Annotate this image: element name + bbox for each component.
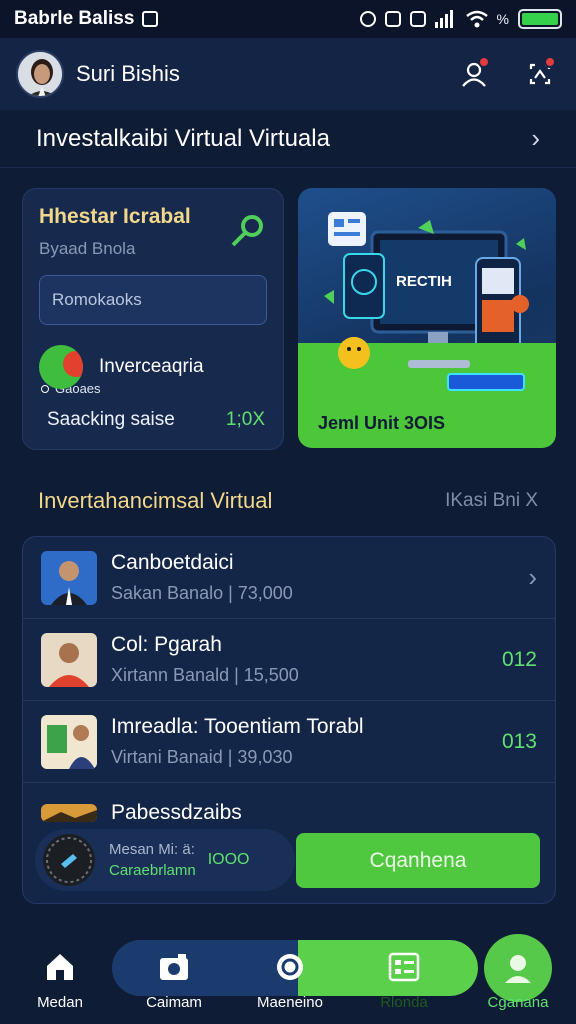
summary-line2: Caraebrlamn <box>109 862 196 879</box>
section-title: Investalkaibi Virtual Virtuala <box>36 124 330 152</box>
section-header-top[interactable]: Investalkaibi Virtual Virtuala › <box>0 110 576 168</box>
summary-pill[interactable]: Mesan Mi: ä: Caraebrlamn IOOO <box>35 829 295 891</box>
investment-card[interactable]: Hhestar Icrabal Byaad Bnola Romokaoks In… <box>22 188 284 450</box>
key-icon[interactable] <box>227 211 267 251</box>
wifi-icon <box>465 10 488 28</box>
portrait-suit-thumb <box>41 550 97 605</box>
sim-icon <box>409 11 426 27</box>
list-item-title: Imreadla: Tooentiam Torabl <box>111 715 364 738</box>
percent-icon: % <box>496 11 509 27</box>
card-bottom: Saacking saise 1;0X <box>47 409 265 431</box>
alarm-icon <box>359 11 376 27</box>
nav-camera[interactable]: Caimam <box>114 950 234 1011</box>
list-section-title: Invertahancimsal Virtual <box>38 488 273 513</box>
notification-dot <box>478 56 490 68</box>
list-item-text: Imreadla: Tooentiam Torabl Virtani Banai… <box>111 715 364 768</box>
portrait-red-thumb <box>41 632 97 687</box>
list-item-subtitle: Sakan Banalo | 73,000 <box>111 583 293 603</box>
list-icon <box>388 952 420 982</box>
summary-value: IOOO <box>207 851 250 868</box>
list-item-subtitle: Virtani Banaid | 39,030 <box>111 747 293 767</box>
profile-icon <box>505 955 531 983</box>
crest-icon <box>43 834 95 886</box>
list-item[interactable]: Canboetdaici Sakan Banalo | 73,000 › <box>23 537 555 619</box>
profile-button[interactable] <box>454 54 494 94</box>
list-item-title: Canboetdaici <box>111 551 234 574</box>
avatar-image <box>18 52 62 96</box>
nav-label: Maeneino <box>257 994 323 1011</box>
nav-list[interactable]: Rlonda <box>344 950 464 1011</box>
list-item-text: Col: Pgarah Xirtann Banald | 15,500 <box>111 633 299 686</box>
landscape-thumb <box>41 804 97 822</box>
carrier-label: Babrle Baliss <box>14 8 135 29</box>
username: Suri Bishis <box>76 61 180 86</box>
nav-label: Cganana <box>487 994 549 1011</box>
list-section-action[interactable]: IKasi Bni X <box>445 490 538 512</box>
promo-card[interactable]: RECTIH Jeml Unit 3OIS <box>298 188 556 448</box>
section-header-list: Invertahancimsal Virtual IKasi Bni X <box>0 470 576 532</box>
radio-icon <box>41 385 49 393</box>
primary-cta-button[interactable]: Cqanhena <box>296 833 540 888</box>
promo-foreground <box>338 337 525 391</box>
network-button[interactable] <box>520 54 560 94</box>
card-item-label: Inverceaqria <box>99 356 204 377</box>
list-item[interactable]: Col: Pgarah Xirtann Banald | 15,500 012 <box>23 619 555 701</box>
promo-caption: Jeml Unit 3OIS <box>318 413 446 433</box>
signal-icon <box>434 10 453 28</box>
nav-home[interactable]: Medan <box>0 950 120 1011</box>
list-item-text: Canboetdaici Sakan Banalo | 73,000 <box>111 551 293 604</box>
notification-dot <box>544 56 556 68</box>
home-icon <box>47 954 73 980</box>
summary-line1: Mesan Mi: ä: <box>109 841 195 858</box>
app-header: Suri Bishis <box>0 38 576 110</box>
summary-text: Mesan Mi: ä: Caraebrlamn <box>109 841 196 879</box>
status-right: % <box>359 9 562 29</box>
card-input[interactable]: Romokaoks <box>39 275 267 325</box>
status-left: Babrle Baliss <box>14 8 159 30</box>
nav-label: Caimam <box>146 994 202 1011</box>
card-bottom-value: 1;0X <box>225 409 265 430</box>
fruit-icon <box>39 345 83 389</box>
list-item-value: 013 <box>501 729 537 753</box>
chevron-right-icon: › <box>531 123 540 153</box>
target-icon <box>277 954 303 980</box>
notification-icon <box>142 11 159 27</box>
card-bottom-label: Saacking saise <box>47 409 175 430</box>
header-actions <box>454 54 560 94</box>
status-bar: Babrle Baliss % <box>0 0 576 38</box>
nav-label: Rlonda <box>380 994 428 1011</box>
list-item-title: Col: Pgarah <box>111 633 222 656</box>
list-item-subtitle: Xirtann Banald | 15,500 <box>111 665 299 685</box>
list-item-header: Pabessdzaibs <box>41 793 537 833</box>
list-item[interactable]: Imreadla: Tooentiam Torabl Virtani Banai… <box>23 701 555 783</box>
battery-icon <box>518 9 562 29</box>
camera-icon <box>160 954 188 980</box>
avatar[interactable] <box>16 50 64 98</box>
nav-target[interactable]: Maeneino <box>230 950 350 1011</box>
list-item-value: 012 <box>501 647 537 671</box>
chevron-right-icon[interactable]: › <box>528 562 537 593</box>
nav-label: Medan <box>37 994 83 1011</box>
nav-profile-label-wrap: Cganana <box>458 984 576 1011</box>
list-item-title: Pabessdzaibs <box>111 801 242 824</box>
vibrate-icon <box>384 11 401 27</box>
portrait-board-thumb <box>41 714 97 769</box>
